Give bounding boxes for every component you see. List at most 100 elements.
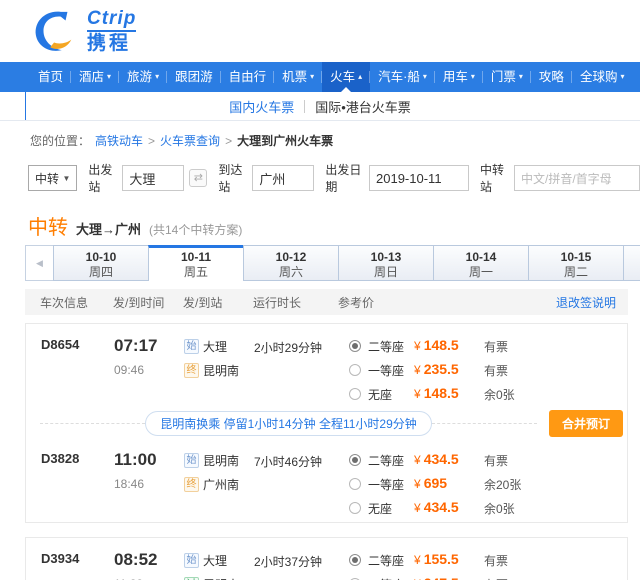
logo-brand-en: Ctrip [87, 9, 136, 32]
arrive-station-input[interactable] [252, 165, 314, 191]
train-number: D3828 [41, 448, 114, 520]
seat-option-row: 一等座¥235.5有票 [349, 358, 627, 382]
ticket-status: 余0张 [484, 500, 515, 517]
seat-class-label: 二等座 [368, 552, 414, 569]
seat-option-row: 无座¥148.5余0张 [349, 382, 627, 406]
dashed-line [40, 423, 145, 424]
seat-radio[interactable] [349, 454, 361, 466]
nav-item-自由行[interactable]: 自由行 [221, 62, 275, 92]
seat-radio[interactable] [349, 478, 361, 490]
seat-price: ¥155.5 [414, 551, 484, 569]
tab-date-label: 10-10 [54, 249, 148, 265]
from-station: 始大理 [184, 548, 254, 572]
price-value: 434.5 [424, 499, 459, 515]
ctrip-logo[interactable]: Ctrip 携程 [30, 8, 136, 54]
from-station: 始大理 [184, 334, 254, 358]
nav-item-机票[interactable]: 机票▾ [274, 62, 322, 92]
seat-radio[interactable] [349, 388, 361, 400]
transfer-info-row: 昆明南换乘 停留1小时14分钟 全程11小时29分钟合并预订 [26, 408, 627, 438]
subnav-international-train-link[interactable]: 国际•港台火车票 [315, 97, 411, 116]
transfer-station-input[interactable] [514, 165, 640, 191]
seat-price: ¥434.5 [414, 499, 484, 517]
nav-item-门票[interactable]: 门票▾ [483, 62, 531, 92]
breadcrumb-link-highspeed[interactable]: 高铁动车 [95, 132, 143, 149]
seat-class-label: 一等座 [368, 362, 414, 379]
prev-dates-button[interactable]: ◀ [25, 245, 53, 281]
currency-symbol: ¥ [414, 387, 421, 401]
nav-item-攻略[interactable]: 攻略 [531, 62, 572, 92]
transfer-plan-card: D393408:5211:29始大理过昆明南2小时37分钟二等座¥155.5有票… [25, 537, 628, 580]
caret-down-icon: ▾ [471, 72, 475, 81]
seat-radio[interactable] [349, 502, 361, 514]
seat-radio[interactable] [349, 340, 361, 352]
seat-class-label: 一等座 [368, 576, 414, 580]
seat-price: ¥434.5 [414, 451, 484, 469]
date-tab-10-11[interactable]: 10-11周五 [148, 245, 243, 281]
seat-class-label: 无座 [368, 500, 414, 517]
results-header: 车次信息发/到时间发/到站运行时长参考价退改签说明 [25, 289, 628, 315]
price-value: 434.5 [424, 451, 459, 467]
nav-item-旅游[interactable]: 旅游▾ [119, 62, 167, 92]
nav-item-label: 汽车·船 [378, 70, 420, 84]
station-badge-pass: 过 [184, 577, 199, 580]
refund-policy-link[interactable]: 退改签说明 [556, 294, 616, 311]
logo-text: Ctrip 携程 [87, 9, 136, 54]
date-tab-10-13[interactable]: 10-13周日 [338, 245, 433, 281]
seat-options: 二等座¥434.5有票一等座¥695余20张无座¥434.5余0张 [339, 448, 627, 520]
date-tabs: ◀ 10-10周四10-11周五10-12周六10-13周日10-14周一10-… [25, 245, 640, 281]
ticket-status: 有票 [484, 362, 508, 379]
seat-class-label: 二等座 [368, 338, 414, 355]
date-tab-10-15[interactable]: 10-15周二 [528, 245, 623, 281]
breadcrumb-prefix: 您的位置： [30, 132, 90, 149]
swap-stations-icon[interactable]: ⇄ [189, 169, 207, 187]
breadcrumb-link-ticket-query[interactable]: 火车票查询 [160, 132, 220, 149]
seat-radio[interactable] [349, 554, 361, 566]
seat-price: ¥235.5 [414, 361, 484, 379]
train-leg-row: D865407:1709:46始大理终昆明南2小时29分钟二等座¥148.5有票… [26, 324, 627, 408]
station-badge-start: 始 [184, 339, 199, 354]
ticket-status: 余20张 [484, 476, 521, 493]
currency-symbol: ¥ [414, 553, 421, 567]
nav-item-label: 攻略 [539, 70, 564, 84]
column-header: 发/到站 [183, 294, 253, 311]
station-name: 大理 [203, 338, 227, 355]
ticket-status: 有票 [484, 576, 508, 580]
nav-item-首页[interactable]: 首页 [30, 62, 71, 92]
depart-date-input[interactable] [369, 165, 469, 191]
nav-item-跟团游[interactable]: 跟团游 [167, 62, 221, 92]
price-value: 247.5 [424, 575, 459, 580]
ctrip-dolphin-icon [30, 8, 80, 54]
nav-item-全球购[interactable]: 全球购▾ [572, 62, 633, 92]
subnav-domestic-train-link[interactable]: 国内火车票 [229, 97, 294, 116]
date-tab-10-12[interactable]: 10-12周六 [243, 245, 338, 281]
dashed-line [432, 423, 537, 424]
search-type-select[interactable]: 中转 ▼ [28, 165, 77, 191]
price-value: 235.5 [424, 361, 459, 377]
to-station: 过昆明南 [184, 572, 254, 580]
nav-item-用车[interactable]: 用车▾ [435, 62, 483, 92]
leg-stations: 始昆明南终广州南 [184, 448, 254, 520]
ticket-status: 有票 [484, 452, 508, 469]
station-name: 昆明南 [203, 452, 239, 469]
nav-item-酒店[interactable]: 酒店▾ [71, 62, 119, 92]
train-leg-row: D393408:5211:29始大理过昆明南2小时37分钟二等座¥155.5有票… [26, 538, 627, 580]
breadcrumb-separator: > [225, 134, 232, 148]
breadcrumb-separator: > [148, 134, 155, 148]
seat-radio[interactable] [349, 364, 361, 376]
tab-date-label: 10-11 [149, 249, 243, 265]
date-tab-10-10[interactable]: 10-10周四 [53, 245, 148, 281]
search-bar: 中转 ▼ 出发站 ⇄ 到达站 出发日期 中转站 [0, 158, 640, 205]
book-combined-button[interactable]: 合并预订 [549, 410, 623, 437]
depart-station-input[interactable] [122, 165, 184, 191]
section-route: 大理→广州 [76, 219, 141, 238]
date-tab-10-14[interactable]: 10-14周一 [433, 245, 528, 281]
nav-item-汽车·船[interactable]: 汽车·船▾ [370, 62, 435, 92]
section-heading: 中转 大理→广州 (共14个中转方案) [0, 205, 640, 245]
transfer-plan-list: D865407:1709:46始大理终昆明南2小时29分钟二等座¥148.5有票… [0, 323, 640, 580]
train-number: D3934 [41, 548, 114, 580]
ticket-status: 余0张 [484, 386, 515, 403]
seat-option-row: 二等座¥434.5有票 [349, 448, 627, 472]
nav-item-火车[interactable]: 火车▴ [322, 62, 370, 92]
nav-item-label: 机票 [282, 70, 307, 84]
page: Ctrip 携程 首页酒店▾旅游▾跟团游自由行机票▾火车▴汽车·船▾用车▾门票▾… [0, 0, 640, 580]
